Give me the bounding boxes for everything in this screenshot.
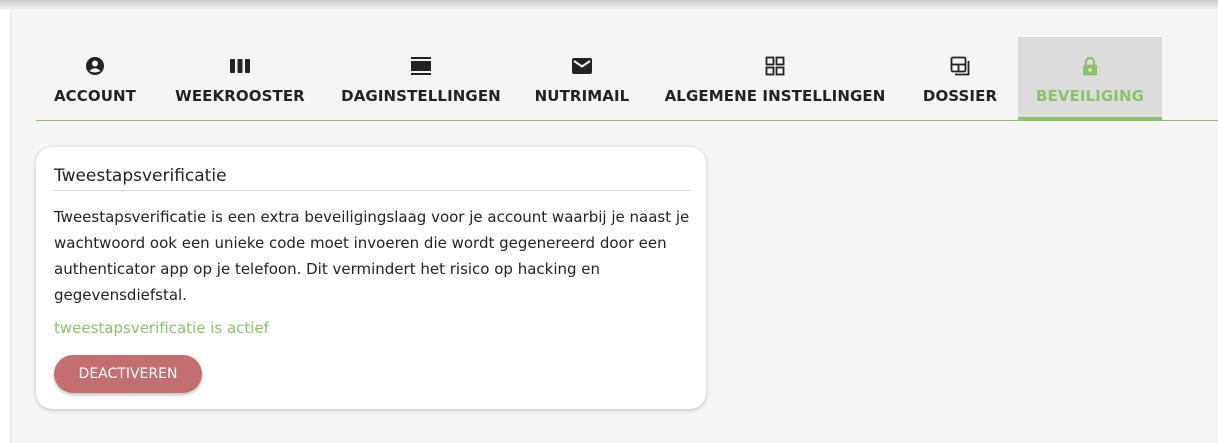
tab-beveiliging[interactable]: BEVEILIGING [1018, 37, 1162, 120]
tab-algemene-instellingen[interactable]: ALGEMENE INSTELLINGEN [648, 37, 902, 119]
tab-weekrooster[interactable]: WEEKROOSTER [162, 37, 318, 119]
mail-icon [570, 55, 594, 77]
tab-nutrimail[interactable]: NUTRIMAIL [526, 37, 638, 119]
tab-account[interactable]: ACCOUNT [36, 37, 154, 119]
left-border [0, 10, 11, 443]
tab-label: WEEKROOSTER [175, 87, 305, 105]
tab-label: NUTRIMAIL [534, 87, 630, 105]
card-title: Tweestapsverificatie [54, 166, 690, 191]
tab-dossier[interactable]: DOSSIER [912, 37, 1008, 119]
status-text: tweestapsverificatie is actief [54, 319, 269, 337]
tab-label: ALGEMENE INSTELLINGEN [664, 87, 886, 105]
settings-page: ACCOUNT WEEKROOSTER DAGINSTELLINGEN NUTR… [0, 0, 1218, 443]
two-factor-card: Tweestapsverificatie Tweestapsverificati… [36, 147, 706, 409]
tab-label: DOSSIER [922, 87, 998, 105]
account-circle-icon [83, 55, 107, 77]
view-day-icon [409, 55, 433, 77]
view-week-icon [228, 55, 252, 77]
settings-tabs: ACCOUNT WEEKROOSTER DAGINSTELLINGEN NUTR… [36, 37, 1218, 121]
deactivate-button[interactable]: DEACTIVEREN [54, 355, 202, 393]
dossier-icon [948, 55, 972, 77]
active-tab-indicator [1018, 117, 1162, 120]
grid-icon [763, 55, 787, 77]
tab-label: BEVEILIGING [1035, 87, 1145, 105]
tab-label: DAGINSTELLINGEN [341, 87, 501, 105]
tab-label: ACCOUNT [53, 87, 137, 105]
card-description: Tweestapsverificatie is een extra beveil… [54, 208, 690, 304]
tab-daginstellingen[interactable]: DAGINSTELLINGEN [330, 37, 512, 119]
lock-icon [1078, 55, 1102, 77]
top-shadow [0, 0, 1218, 10]
